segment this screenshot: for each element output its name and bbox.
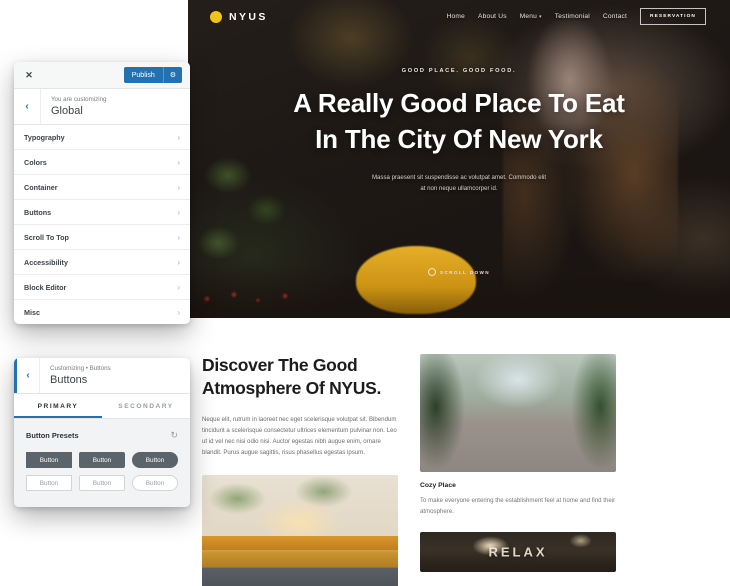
sidebar-item-misc[interactable]: Misc › (14, 300, 190, 324)
hero-content: GOOD PLACE. GOOD FOOD. A Really Good Pla… (188, 68, 730, 194)
nav-item-label: Home (446, 13, 465, 20)
nav-item-testimonial[interactable]: Testimonial (555, 13, 590, 20)
site-preview: NYUS Home About Us Menu ▾ Testimonial Con… (100, 0, 730, 586)
chevron-right-icon: › (177, 257, 180, 267)
sidebar-item-typography[interactable]: Typography › (14, 125, 190, 151)
content-right-column: Cozy Place To make everyone entering the… (420, 354, 616, 586)
relax-sign-photo: RELAX (420, 531, 616, 572)
sidebar-item-label: Scroll To Top (24, 232, 69, 242)
card-title: Cozy Place (420, 482, 456, 489)
tab-primary[interactable]: PRIMARY (14, 394, 102, 418)
button-presets-panel: Button Presets ↻ Button Button Button Bu… (14, 419, 190, 508)
preset-filled-pill[interactable]: Button (132, 452, 178, 469)
section-title: Discover The Good Atmosphere Of NYUS. (202, 354, 398, 400)
publish-button[interactable]: Publish (123, 67, 163, 83)
sidebar-item-accessibility[interactable]: Accessibility › (14, 250, 190, 276)
sidebar-item-label: Buttons (24, 207, 52, 217)
customizer-topbar: ✕ Publish ⚙ (14, 62, 190, 89)
restaurant-interior-photo (202, 474, 398, 586)
chevron-right-icon: › (177, 157, 180, 167)
scroll-down-indicator[interactable]: SCROLL DOWN (188, 268, 730, 276)
sidebar-item-colors[interactable]: Colors › (14, 150, 190, 176)
back-button[interactable]: ‹ (14, 358, 40, 394)
nav-item-contact[interactable]: Contact (603, 13, 627, 20)
hero-title-line-1: A Really Good Place To Eat (293, 88, 625, 118)
chevron-right-icon: › (177, 232, 180, 242)
publish-group: Publish ⚙ (123, 67, 182, 83)
customizer-kicker: You are customizing (51, 96, 107, 103)
preset-outline-square[interactable]: Button (26, 475, 72, 492)
nav-item-about-us[interactable]: About Us (478, 13, 507, 20)
nav-item-label: About Us (477, 13, 507, 20)
section-body: Neque elit, rutrum in laoreet nec eget s… (202, 415, 397, 457)
customizer-buttons-tabs: PRIMARY SECONDARY (14, 394, 190, 420)
tab-secondary[interactable]: SECONDARY (102, 394, 190, 418)
sidebar-item-label: Typography (24, 132, 65, 142)
button-presets-grid: Button Button Button Button Button Butto… (26, 452, 178, 492)
chevron-down-icon: ▾ (539, 13, 542, 20)
button-presets-title: Button Presets (26, 431, 79, 441)
customizer-header: ‹ You are customizing Global (14, 89, 190, 126)
sidebar-item-container[interactable]: Container › (14, 175, 190, 201)
hero-subtitle: Massa praesent sit suspendisse ac volutp… (188, 172, 730, 195)
sidebar-item-label: Container (24, 182, 58, 192)
customizer-heading: Global (51, 105, 83, 118)
sidebar-item-block-editor[interactable]: Block Editor › (14, 275, 190, 301)
sidebar-item-scroll-to-top[interactable]: Scroll To Top › (14, 225, 190, 251)
content-section: Discover The Good Atmosphere Of NYUS. Ne… (188, 318, 730, 586)
nav-item-label: Testimonial (554, 13, 590, 20)
hero-title: A Really Good Place To Eat In The City O… (188, 86, 730, 158)
nav-item-label: Menu (519, 13, 538, 20)
nav-item-menu[interactable]: Menu ▾ (520, 13, 542, 20)
section-title-line-1: Discover The Good (202, 355, 358, 375)
hero-section: NYUS Home About Us Menu ▾ Testimonial Con… (188, 0, 730, 318)
back-button[interactable]: ‹ (14, 89, 41, 125)
content-left-column: Discover The Good Atmosphere Of NYUS. Ne… (202, 354, 398, 586)
hero-subtitle-line-2: at non neque ullamcorper id. (420, 185, 498, 193)
chevron-right-icon: › (177, 182, 180, 192)
sidebar-item-label: Block Editor (24, 282, 67, 292)
sidebar-item-label: Accessibility (24, 257, 68, 267)
customizer-panel-buttons: ‹ Customizing • Buttons Buttons PRIMARY … (14, 358, 190, 508)
section-title-line-2: Atmosphere Of NYUS. (202, 377, 382, 398)
sidebar-item-label: Misc (24, 307, 40, 317)
hero-eyebrow: GOOD PLACE. GOOD FOOD. (401, 68, 517, 74)
customizer-buttons-heading: Buttons (50, 374, 88, 387)
hero-cup-decor (356, 246, 476, 314)
chevron-right-icon: › (177, 207, 180, 217)
sidebar-item-buttons[interactable]: Buttons › (14, 200, 190, 226)
site-navbar: NYUS Home About Us Menu ▾ Testimonial Con… (188, 0, 730, 33)
nav-links: Home About Us Menu ▾ Testimonial Contact … (447, 8, 706, 25)
relax-word: RELAX (488, 544, 548, 560)
outdoor-cafe-photo (420, 354, 616, 472)
nav-item-home[interactable]: Home (447, 13, 465, 20)
chevron-right-icon: › (177, 282, 180, 292)
customizer-buttons-header: ‹ Customizing • Buttons Buttons (14, 358, 190, 395)
mouse-scroll-icon (427, 268, 436, 276)
reservation-button[interactable]: RESERVATION (640, 8, 706, 25)
scroll-down-label: SCROLL DOWN (439, 269, 491, 275)
brand-name: NYUS (229, 10, 268, 23)
reset-icon[interactable]: ↻ (170, 430, 178, 441)
hero-subtitle-line-1: Massa praesent sit suspendisse ac volutp… (371, 173, 547, 181)
hero-title-line-2: In The City Of New York (315, 123, 603, 154)
circle-dot-icon (210, 10, 222, 23)
preset-outline-rounded[interactable]: Button (79, 475, 125, 492)
gear-icon[interactable]: ⚙ (162, 67, 182, 83)
sidebar-item-label: Colors (24, 157, 47, 167)
preset-filled-rounded[interactable]: Button (79, 452, 125, 469)
card-body: To make everyone entering the establishm… (420, 497, 616, 516)
close-icon[interactable]: ✕ (22, 68, 36, 82)
customizer-section-list: Typography › Colors › Container › Button… (14, 125, 190, 325)
preset-filled-square[interactable]: Button (26, 452, 72, 469)
chevron-right-icon: › (177, 307, 180, 317)
chevron-right-icon: › (177, 132, 180, 142)
hero-berries-decor (192, 282, 342, 310)
customizer-panel-global: ✕ Publish ⚙ ‹ You are customizing Global… (14, 62, 190, 325)
nav-item-label: Contact (602, 13, 628, 20)
site-logo[interactable]: NYUS (210, 10, 268, 23)
preset-outline-pill[interactable]: Button (132, 475, 178, 492)
customizer-buttons-kicker: Customizing • Buttons (50, 365, 111, 372)
